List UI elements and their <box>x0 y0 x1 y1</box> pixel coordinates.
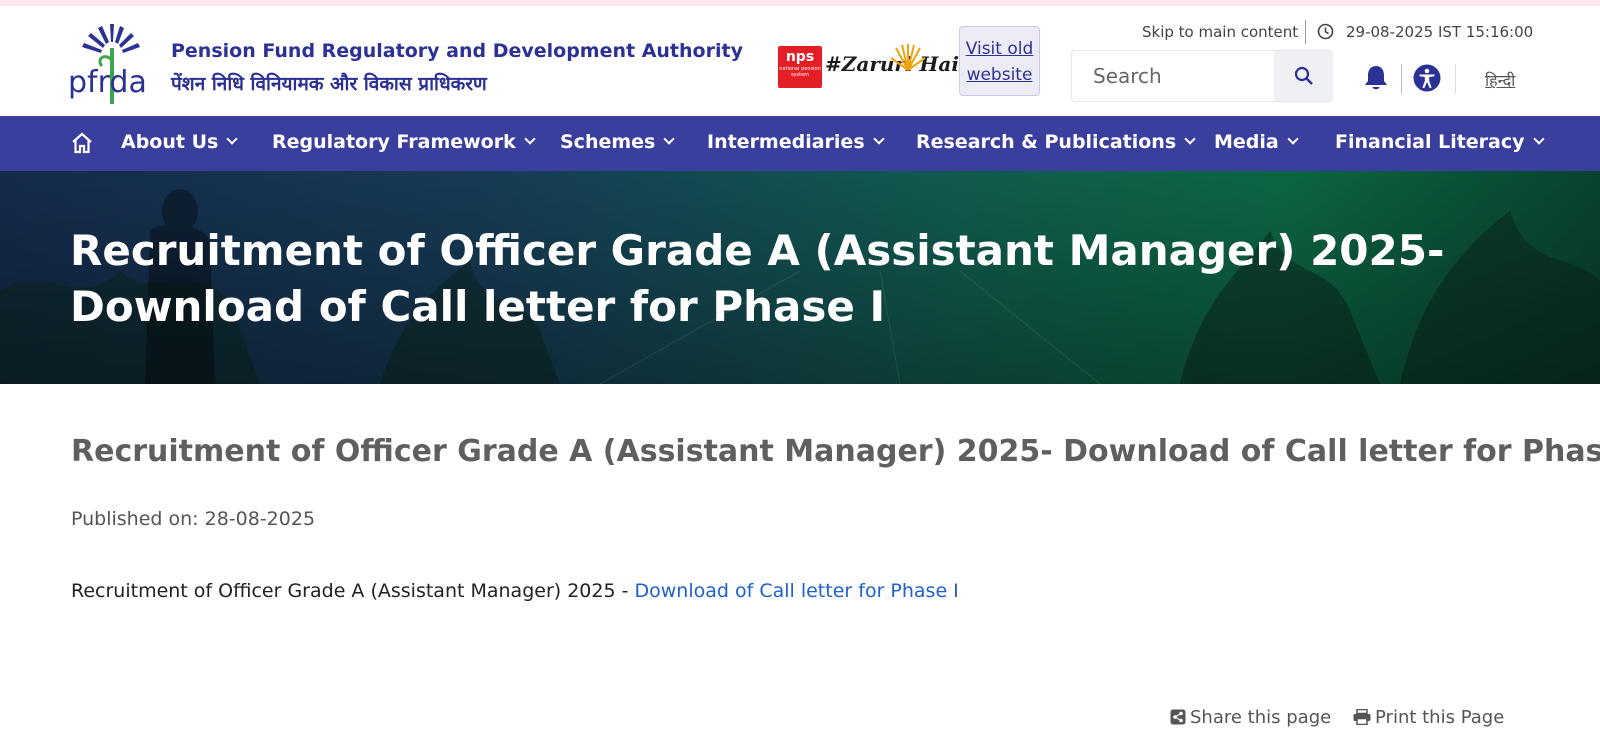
clock-icon <box>1317 23 1334 40</box>
sun-rays-icon <box>890 44 926 71</box>
nav-financial-literacy[interactable]: Financial Literacy <box>1335 131 1545 153</box>
nav-about-us[interactable]: About Us <box>121 131 238 153</box>
page-title: Recruitment of Officer Grade A (Assistan… <box>71 434 1600 469</box>
print-icon <box>1353 708 1371 726</box>
banner-title: Recruitment of Officer Grade A (Assistan… <box>70 226 1445 331</box>
old-site-line1: Visit old <box>965 39 1034 59</box>
search-icon <box>1294 66 1313 85</box>
accessibility-icon[interactable] <box>1413 64 1441 92</box>
nav-regulatory-framework[interactable]: Regulatory Framework <box>272 131 536 153</box>
published-date: Published on: 28-08-2025 <box>71 508 316 530</box>
share-page-button[interactable]: Share this page <box>1170 707 1331 728</box>
chevron-down-icon <box>524 133 536 145</box>
home-icon[interactable] <box>70 131 94 155</box>
chevron-down-icon <box>1287 133 1299 145</box>
bell-icon[interactable] <box>1363 64 1389 92</box>
site-header: pfrda Pension Fund Regulatory and Develo… <box>0 6 1600 116</box>
divider <box>1455 64 1456 94</box>
nps-zaruri-hai-badge[interactable]: nps national pension system #Zaruri Hai <box>778 40 959 90</box>
visit-old-website-button[interactable]: Visit old website <box>959 26 1040 96</box>
chevron-down-icon <box>872 133 885 145</box>
nav-intermediaries[interactable]: Intermediaries <box>707 131 885 153</box>
search-box <box>1071 50 1333 102</box>
main-navigation: About Us Regulatory Framework Schemes In… <box>0 116 1600 171</box>
share-label: Share this page <box>1190 707 1332 728</box>
content-text: Recruitment of Officer Grade A (Assistan… <box>71 580 635 602</box>
page-banner: Recruitment of Officer Grade A (Assistan… <box>0 171 1600 384</box>
divider <box>1305 20 1306 44</box>
share-icon <box>1170 709 1186 725</box>
skip-to-main-content-link[interactable]: Skip to main content <box>1142 23 1298 41</box>
print-label: Print this Page <box>1375 707 1505 728</box>
current-datetime: 29-08-2025 IST 15:16:00 <box>1346 23 1534 41</box>
nps-logo: nps national pension system <box>778 46 822 88</box>
hindi-language-link[interactable]: हिन्दी <box>1485 69 1515 91</box>
search-button[interactable] <box>1274 51 1333 101</box>
nav-media[interactable]: Media <box>1214 131 1299 153</box>
print-page-button[interactable]: Print this Page <box>1353 707 1504 728</box>
download-call-letter-link[interactable]: Download of Call letter for Phase I <box>635 580 959 602</box>
chevron-down-icon <box>226 133 238 145</box>
content-paragraph: Recruitment of Officer Grade A (Assistan… <box>71 580 959 602</box>
nav-research-publications[interactable]: Research & Publications <box>916 131 1196 153</box>
pfrda-logo[interactable]: pfrda <box>68 20 156 110</box>
org-name-english: Pension Fund Regulatory and Development … <box>171 40 743 62</box>
old-site-line2: website <box>966 65 1033 85</box>
chevron-down-icon <box>1184 133 1196 145</box>
chevron-down-icon <box>663 133 676 145</box>
chevron-down-icon <box>1532 133 1545 145</box>
org-name-hindi: पेंशन निधि विनियामक और विकास प्राधिकरण <box>171 73 487 95</box>
logo-wordmark: pfrda <box>68 65 147 100</box>
nav-schemes[interactable]: Schemes <box>560 131 676 153</box>
divider <box>1401 64 1402 94</box>
search-input[interactable] <box>1072 51 1274 101</box>
